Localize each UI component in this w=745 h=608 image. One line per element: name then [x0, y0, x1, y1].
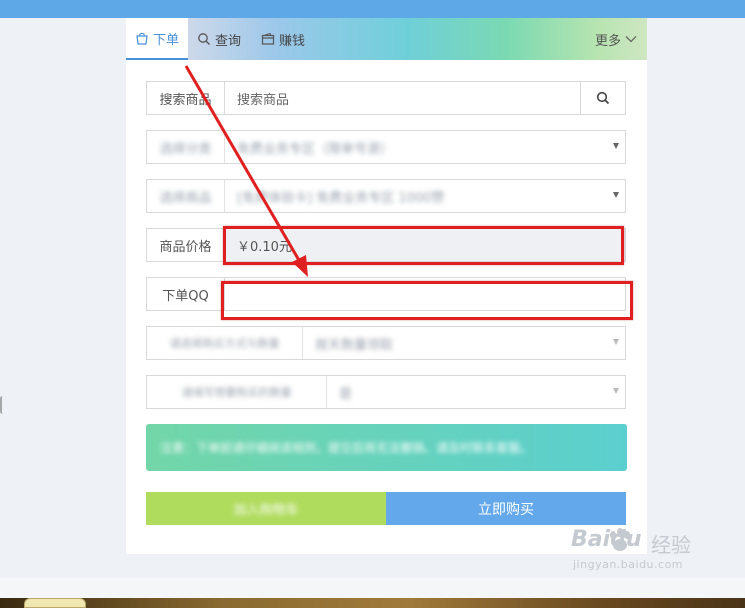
- watermark-cn: 经验: [651, 533, 691, 557]
- tab-earn-label: 赚钱: [279, 33, 306, 49]
- more-menu[interactable]: 更多: [595, 18, 637, 60]
- more-label: 更多: [594, 33, 621, 49]
- tab-order[interactable]: 下单: [126, 18, 188, 60]
- baidu-watermark: Baidu 经验 jingyan.baidu.com: [553, 527, 703, 577]
- annotation-box-price: [223, 226, 624, 265]
- extra-label-2: 请填写想要购买的数量: [147, 376, 327, 408]
- search-icon: [198, 33, 210, 45]
- extra-select-1[interactable]: 请选择购买方式与数量 按天数量领取: [146, 326, 626, 360]
- search-button[interactable]: [580, 82, 625, 114]
- qq-label: 下单QQ: [147, 278, 225, 310]
- wallet-icon: [261, 32, 275, 45]
- bag-icon: [136, 32, 148, 45]
- tab-bar: 下单 查询 赚钱 更多: [126, 18, 647, 60]
- extra-label-1: 请选择购买方式与数量: [147, 327, 303, 359]
- category-select[interactable]: 选择分类 免费业务专区（限单号源）: [146, 130, 626, 164]
- select-caret-icon: [613, 192, 619, 198]
- add-to-cart-label: 加入购物车: [233, 503, 299, 518]
- tab-query[interactable]: 查询: [197, 18, 241, 60]
- bottom-strip: [0, 578, 745, 598]
- product-value: [免费体验卡] 免费业务专区 1000赞: [237, 190, 445, 206]
- annotation-box-qq: [221, 281, 633, 320]
- search-label: 搜索商品: [147, 82, 225, 114]
- search-icon: [596, 91, 610, 105]
- taskbar: [0, 598, 745, 608]
- search-row: 搜索商品 搜索商品: [146, 81, 626, 115]
- top-bar: [0, 0, 745, 18]
- chevron-down-icon: [625, 36, 637, 43]
- tab-query-label: 查询: [215, 33, 242, 49]
- tab-earn[interactable]: 赚钱: [261, 18, 305, 60]
- select-caret-icon: [613, 143, 619, 149]
- extra-value-2: 是: [339, 386, 353, 402]
- product-label: 选择商品: [147, 180, 225, 212]
- select-caret-icon: [613, 339, 619, 345]
- product-select[interactable]: 选择商品 [免费体验卡] 免费业务专区 1000赞: [146, 179, 626, 213]
- watermark-brand: Baidu: [571, 527, 642, 552]
- add-to-cart-button[interactable]: 加入购物车: [146, 492, 386, 525]
- tab-order-label: 下单: [152, 32, 179, 48]
- notice-text: 注意：下单前请仔细阅读规则，提交后将无法撤销。请及时联系客服。: [160, 441, 533, 455]
- watermark-url: jingyan.baidu.com: [573, 558, 684, 571]
- select-caret-icon: [613, 388, 619, 394]
- taskbar-start-button[interactable]: [24, 598, 86, 608]
- buy-now-button[interactable]: 立即购买: [386, 492, 626, 525]
- price-label: 商品价格: [147, 229, 225, 261]
- notice-banner: 注意：下单前请仔细阅读规则，提交后将无法撤销。请及时联系客服。: [146, 424, 627, 471]
- extra-value-1: 按天数量领取: [315, 337, 394, 353]
- extra-select-2[interactable]: 请填写想要购买的数量 是: [146, 375, 626, 409]
- category-value: 免费业务专区（限单号源）: [237, 141, 394, 157]
- category-label: 选择分类: [147, 131, 225, 163]
- scroll-edge-mark: [0, 396, 5, 414]
- search-input[interactable]: 搜索商品: [225, 82, 580, 114]
